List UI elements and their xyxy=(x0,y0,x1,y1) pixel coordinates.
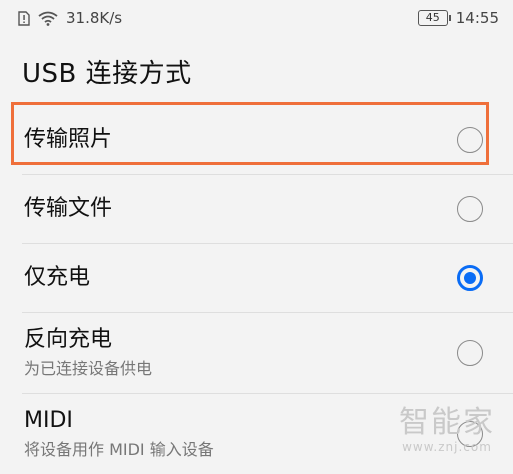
radio-button[interactable] xyxy=(457,127,483,153)
page-title: USB 连接方式 xyxy=(22,58,192,89)
battery-level: 45 xyxy=(425,11,440,24)
option-subtitle: 为已连接设备供电 xyxy=(24,359,153,378)
usb-mode-list: 传输照片 传输文件 仅充电 反向充电 为已连接设备供电 MIDI 将设备用作 M… xyxy=(0,106,513,474)
status-bar: 31.8K/s 45 14:55 xyxy=(0,0,513,36)
clock: 14:55 xyxy=(455,9,499,27)
option-charge-only[interactable]: 仅充电 xyxy=(0,244,513,312)
option-text: 反向充电 为已连接设备供电 xyxy=(24,325,152,381)
option-midi[interactable]: MIDI 将设备用作 MIDI 输入设备 xyxy=(0,394,513,474)
option-text: 仅充电 xyxy=(24,263,90,293)
option-label: 传输照片 xyxy=(24,127,113,152)
radio-button[interactable] xyxy=(457,340,483,366)
network-speed: 31.8K/s xyxy=(66,9,123,27)
option-label: 反向充电 xyxy=(24,327,113,352)
option-label: MIDI xyxy=(24,408,73,433)
radio-button[interactable] xyxy=(457,421,483,447)
status-left: 31.8K/s xyxy=(18,9,122,27)
status-right: 45 14:55 xyxy=(417,9,499,27)
sim-alert-icon xyxy=(18,10,30,26)
option-label: 传输文件 xyxy=(24,196,113,221)
option-text: 传输照片 xyxy=(24,125,112,155)
option-transfer-photos[interactable]: 传输照片 xyxy=(0,106,513,174)
radio-button[interactable] xyxy=(457,196,483,222)
option-subtitle: 将设备用作 MIDI 输入设备 xyxy=(24,440,214,459)
option-reverse-charging[interactable]: 反向充电 为已连接设备供电 xyxy=(0,313,513,393)
option-text: 传输文件 xyxy=(24,194,112,224)
battery-icon: 45 xyxy=(417,10,451,26)
option-label: 仅充电 xyxy=(24,265,91,290)
option-transfer-files[interactable]: 传输文件 xyxy=(0,175,513,243)
radio-button-selected[interactable] xyxy=(457,265,483,291)
radio-dot xyxy=(464,272,476,284)
wifi-icon xyxy=(38,11,58,26)
option-text: MIDI 将设备用作 MIDI 输入设备 xyxy=(24,406,214,462)
